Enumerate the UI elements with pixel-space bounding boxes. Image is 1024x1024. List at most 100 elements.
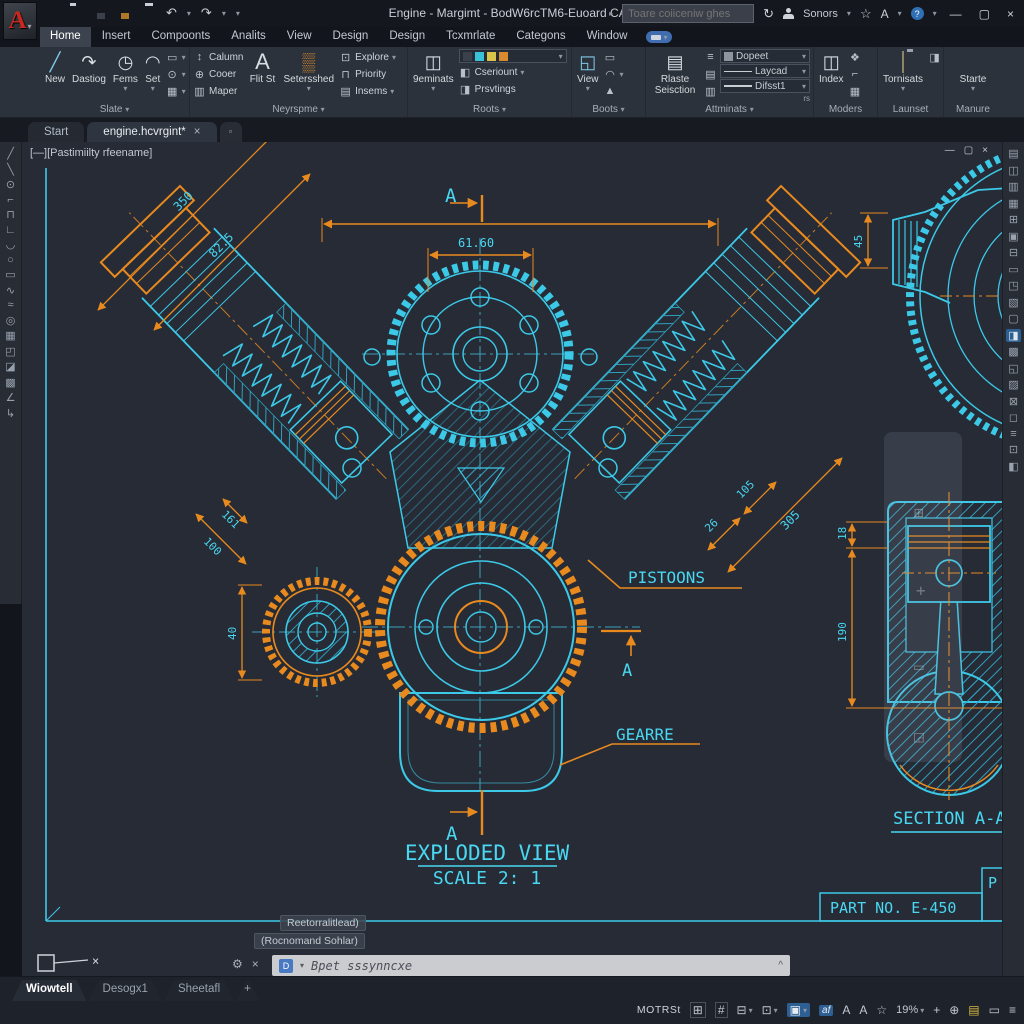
pan-icon[interactable]: ⊕ xyxy=(949,1003,959,1017)
new-line-button[interactable]: ╱ New xyxy=(43,49,67,86)
tab-components[interactable]: Compoonts xyxy=(141,27,220,47)
tab-insert[interactable]: Insert xyxy=(92,27,141,47)
autodesk-a-icon[interactable]: A xyxy=(881,7,889,21)
rounded-rect-tool-icon[interactable]: ▭ xyxy=(5,268,15,281)
customize-icon[interactable]: ⚙ xyxy=(232,957,243,971)
attr-tool-3[interactable]: ▥ xyxy=(704,83,717,99)
rect-poly-tool-icon[interactable]: ⊓ xyxy=(6,208,15,221)
views-panel-icon[interactable]: ▭ xyxy=(1008,263,1018,276)
dimension-tool-icon[interactable]: ∠ xyxy=(6,391,16,404)
region-panel-icon[interactable]: ▢ xyxy=(1008,312,1018,325)
sheet-set-panel-icon[interactable]: ⊟ xyxy=(1009,246,1018,259)
calumn-tool[interactable]: ↕Calumn xyxy=(193,49,243,65)
spline-tool-icon[interactable]: ∿ xyxy=(6,284,15,297)
region-tool-icon[interactable]: ▦ xyxy=(5,329,15,342)
layout-tab-model[interactable]: Wiowtell xyxy=(12,980,87,1001)
cooer-tool[interactable]: ⊕Cooer xyxy=(193,66,243,82)
layers-panel-icon[interactable]: ◫ xyxy=(1008,164,1018,177)
right-cylinder-bank[interactable] xyxy=(535,174,871,517)
file-tab-drawing[interactable]: engine.hcvrgint* × xyxy=(87,122,216,142)
command-prompt-text[interactable]: Bpet sssynncxe xyxy=(311,959,412,973)
view-tri-tool[interactable]: ▲ xyxy=(604,83,624,99)
table-tool[interactable]: ▦▾ xyxy=(166,83,186,99)
index-button[interactable]: ◫ Index xyxy=(817,49,845,86)
annotation-scale-icon[interactable]: af xyxy=(819,1005,833,1016)
textures-panel-icon[interactable]: ▩ xyxy=(1008,345,1018,358)
user-name[interactable]: Sonors xyxy=(803,8,838,20)
line-tool-icon[interactable]: ╱ xyxy=(7,147,14,160)
tab-design-2[interactable]: Design xyxy=(379,27,435,47)
app-logo[interactable]: A ▾ xyxy=(3,2,37,40)
circle-2p-tool-icon[interactable]: ⊙ xyxy=(6,178,15,191)
dialog-launcher[interactable]: rs xyxy=(803,94,810,103)
revision-cloud-tool-icon[interactable]: ≈ xyxy=(7,299,13,311)
redo-icon[interactable]: ↷ xyxy=(201,6,212,20)
save-icon[interactable] xyxy=(94,6,108,20)
drawing-canvas[interactable]: 45 xyxy=(22,142,1002,976)
view-arc-tool[interactable]: ◠▾ xyxy=(604,66,624,82)
group-label-roots[interactable]: Roots ▾ xyxy=(411,103,568,117)
set-button[interactable]: ◠ Set▾ xyxy=(143,49,163,95)
leader-tool-icon[interactable]: ↳ xyxy=(6,407,15,420)
blocks-panel-icon[interactable]: ▥ xyxy=(1008,180,1018,193)
ribbon-collapse-pill[interactable]: ▾ xyxy=(646,31,672,43)
save-as-icon[interactable] xyxy=(118,6,132,20)
hatch-editor-panel-icon[interactable]: ▧ xyxy=(1008,296,1018,309)
command-icon[interactable]: D xyxy=(279,959,293,973)
explore-tool[interactable]: ⊡Explore ▾ xyxy=(339,49,396,65)
grid-panel-icon[interactable]: ◱ xyxy=(1008,362,1018,375)
zoom-level-control[interactable]: 19%▾ xyxy=(896,1004,924,1016)
tab-view[interactable]: View xyxy=(277,27,322,47)
command-line[interactable]: D ▾ Bpet sssynncxe ^ xyxy=(272,955,790,976)
moders-tool-2[interactable]: ⌐ xyxy=(848,66,861,82)
maximize-button[interactable]: ▢ xyxy=(975,7,994,21)
construction-line-tool-icon[interactable]: ╲ xyxy=(7,163,14,176)
search-play-icon[interactable]: ▸ xyxy=(609,9,613,18)
table-panel-icon[interactable]: ▣ xyxy=(1008,230,1018,243)
layer-style-dropdown[interactable]: Laycad▾ xyxy=(720,64,810,78)
wedge-tool-icon[interactable]: ◪ xyxy=(5,360,15,373)
prsvtings-tool[interactable]: ◨Prsvtings xyxy=(459,81,568,97)
partial-view[interactable] xyxy=(893,146,1002,446)
view-rect-tool[interactable]: ▭ xyxy=(604,49,624,65)
a-caret-icon[interactable]: ▾ xyxy=(898,9,902,18)
group-label-boots[interactable]: Boots ▾ xyxy=(575,103,642,117)
tab-categories[interactable]: Categons xyxy=(506,27,575,47)
tornisats-button[interactable]: Tornisats▾ xyxy=(881,49,925,95)
starte-button[interactable]: Starte▾ xyxy=(958,49,989,95)
redo-caret-icon[interactable]: ▾ xyxy=(222,9,226,18)
plot-icon[interactable] xyxy=(142,6,156,20)
groups-panel-icon[interactable]: ▦ xyxy=(1008,197,1018,210)
ellipse-tool-icon[interactable]: ◎ xyxy=(6,314,16,327)
windows-panel-icon[interactable]: ◳ xyxy=(1008,279,1018,292)
fems-button[interactable]: ◷ Fems▾ xyxy=(111,49,140,95)
tab-home[interactable]: Home xyxy=(40,27,91,47)
new-layout-button[interactable]: + xyxy=(236,980,259,1001)
customization-menu-icon[interactable]: ≡ xyxy=(1009,1003,1016,1017)
osnap-panel-icon[interactable]: ⊠ xyxy=(1009,395,1018,408)
measure-panel-icon[interactable]: ⊞ xyxy=(1009,213,1018,226)
cell-panel-icon[interactable]: ⊡ xyxy=(1009,443,1018,456)
viewport-restore-icon[interactable]: ▢ xyxy=(964,145,973,156)
insems-tool[interactable]: ▤Insems ▾ xyxy=(339,83,396,99)
layer-dropdown[interactable]: ▾ xyxy=(459,49,567,63)
properties-panel-icon[interactable]: ▤ xyxy=(1008,147,1018,160)
command-caret-icon[interactable]: ▾ xyxy=(300,961,304,970)
setersshed-button[interactable]: ▒ Setersshed▾ xyxy=(281,49,336,95)
group-label-slate[interactable]: Slate ▾ xyxy=(43,103,186,117)
polar-tracking-icon[interactable]: ⊟▾ xyxy=(737,1003,753,1017)
drawing-standards-icon[interactable]: ▤ xyxy=(968,1003,979,1017)
sync-icon[interactable]: ↻ xyxy=(763,7,774,21)
shade-panel-icon[interactable]: ◧ xyxy=(1008,460,1018,473)
list-panel-icon[interactable]: ≡ xyxy=(1010,428,1016,440)
moders-tool-3[interactable]: ▦ xyxy=(848,83,861,99)
crosshair-icon[interactable]: + xyxy=(933,1003,940,1017)
circle-tool-icon[interactable]: ○ xyxy=(7,254,14,266)
open-file-icon[interactable] xyxy=(70,6,84,20)
help-search-input[interactable] xyxy=(622,4,754,23)
annotation-star-icon[interactable]: ☆ xyxy=(876,1003,887,1017)
view-button[interactable]: ◱ View▾ xyxy=(575,49,601,95)
file-tab-close-icon[interactable]: × xyxy=(194,126,201,138)
viewport-minimize-icon[interactable]: — xyxy=(945,145,955,156)
help-icon[interactable]: ? xyxy=(911,7,924,20)
